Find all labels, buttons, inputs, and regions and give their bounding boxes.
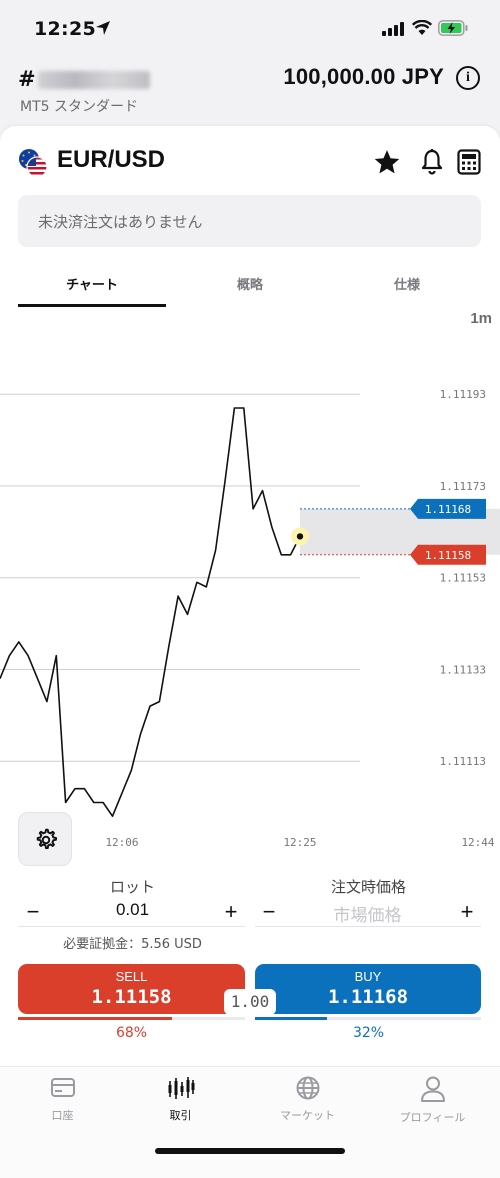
x-tick-label: 12:44: [461, 836, 494, 849]
y-tick-label: 1.11133: [440, 663, 486, 676]
home-indicator: [155, 1148, 345, 1154]
account-id: #: [18, 67, 150, 91]
required-margin: 必要証拠金：5.56 USD: [63, 937, 202, 952]
price-chart[interactable]: 1.11193 1.11173 1.11153 1.11133 1.11113 12:06…: [0, 330, 500, 860]
y-tick-label: 1.11153: [440, 572, 486, 585]
account-number-redacted: [37, 71, 150, 89]
tab-active-indicator: [18, 304, 166, 307]
location-arrow-icon: [96, 21, 110, 35]
chart-settings-button[interactable]: [18, 812, 72, 866]
tab-bar-label: プロフィール: [399, 1111, 466, 1124]
order-price-label: 注文時価格: [330, 878, 406, 896]
status-bar: 12:25: [0, 0, 500, 58]
last-price-marker: [296, 533, 304, 540]
sell-percentage: 68%: [115, 1025, 148, 1041]
buy-button[interactable]: BUY 1.11168: [255, 964, 481, 1014]
tab-bar-account[interactable]: 口座: [0, 1075, 125, 1123]
info-icon[interactable]: i: [456, 66, 480, 90]
tab-bar-label: 取引: [169, 1109, 192, 1122]
tab-bar-label: 口座: [51, 1109, 74, 1122]
buy-sentiment-bar: [255, 1017, 328, 1020]
candles-icon: [168, 1077, 194, 1099]
lot-label: ロット: [109, 878, 155, 896]
tab-specification[interactable]: 仕様: [333, 274, 481, 293]
globe-icon: [296, 1076, 319, 1100]
account-type: MT5 スタンダード: [20, 99, 138, 115]
account-id-prefix: #: [18, 67, 36, 91]
y-tick-label: 1.11113: [440, 755, 486, 768]
person-icon: [420, 1076, 445, 1102]
card-icon: [50, 1078, 75, 1097]
buy-percentage: 32%: [352, 1025, 385, 1041]
buy-price: 1.11168: [327, 986, 409, 1008]
gear-icon: [36, 828, 57, 849]
status-time: 12:25: [34, 18, 96, 40]
lot-value[interactable]: 0.01: [20, 900, 245, 920]
price-increase-button[interactable]: +: [453, 899, 481, 925]
account-balance: 100,000.00 JPY: [283, 64, 444, 89]
spread-badge: 1.00: [224, 989, 276, 1015]
open-orders-text: 未決済注文はありません: [38, 213, 203, 231]
y-tick-label: 1.11193: [440, 388, 486, 401]
tab-bar-trade[interactable]: 取引: [118, 1075, 243, 1123]
eur-usd-flag-icon: [19, 149, 48, 178]
x-tick-label: 12:06: [105, 836, 138, 849]
tab-bar-market[interactable]: マーケット: [245, 1075, 370, 1123]
calculator-icon[interactable]: [457, 149, 481, 175]
bid-price-tag-label: 1.11158: [425, 549, 471, 562]
price-line: [0, 407, 301, 817]
tab-overview[interactable]: 概略: [176, 274, 324, 293]
open-orders-notice: 未決済注文はありません: [18, 195, 481, 247]
star-icon[interactable]: [373, 148, 401, 176]
ask-price-tag-label: 1.11168: [425, 503, 471, 516]
tab-chart[interactable]: チャート: [18, 274, 166, 293]
x-tick-label: 12:25: [283, 836, 316, 849]
order-price-field[interactable]: 市場価格: [254, 901, 481, 926]
sell-button[interactable]: SELL 1.11158: [18, 964, 245, 1014]
lot-field-underline: [18, 926, 245, 927]
sell-label: SELL: [115, 969, 148, 984]
buy-label: BUY: [354, 969, 382, 984]
bell-icon[interactable]: [420, 148, 444, 176]
sell-sentiment-bar: [18, 1017, 173, 1020]
instrument-symbol: EUR/USD: [57, 146, 166, 173]
bottom-tab-bar: 口座 取引 マーケット プロフィール: [0, 1066, 500, 1178]
tab-bar-profile[interactable]: プロフィール: [370, 1075, 495, 1125]
wifi-icon: [412, 20, 432, 35]
timeframe-selector[interactable]: 1m: [470, 310, 492, 327]
sell-price: 1.11158: [91, 986, 172, 1008]
signal-icon: [382, 22, 404, 36]
price-field-underline: [255, 926, 481, 927]
battery-charging-icon: [438, 20, 468, 36]
y-tick-label: 1.11173: [440, 480, 486, 493]
lot-increase-button[interactable]: +: [217, 899, 245, 925]
tab-bar-label: マーケット: [280, 1109, 335, 1122]
